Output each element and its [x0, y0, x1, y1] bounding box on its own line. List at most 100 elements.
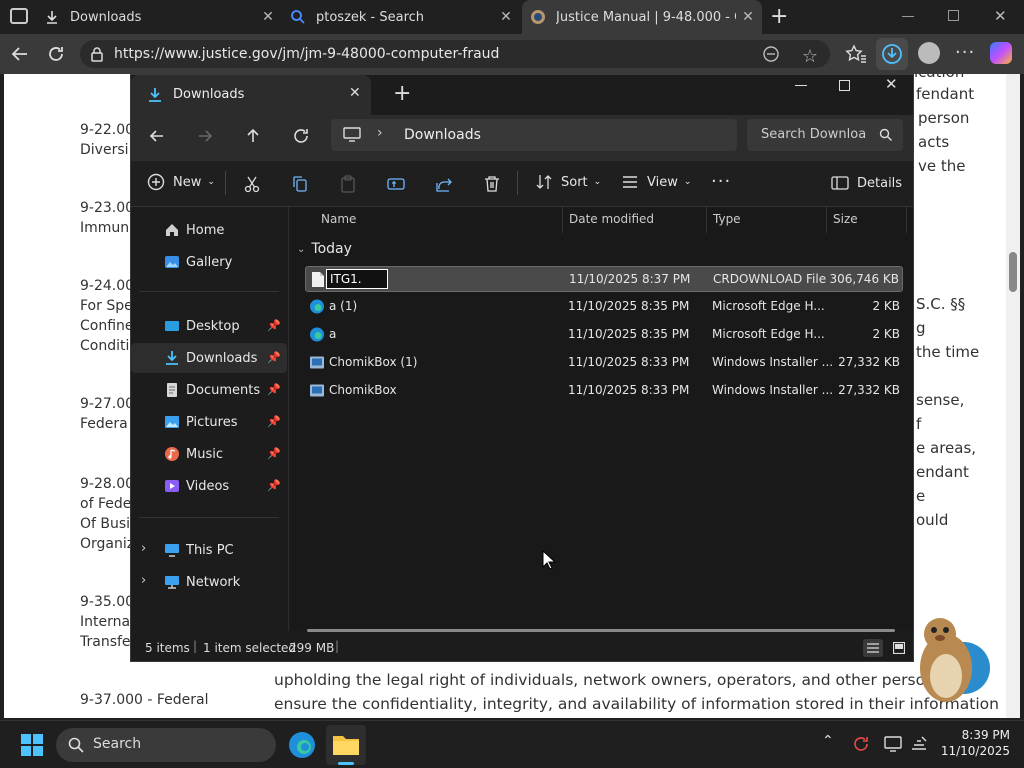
forward-icon[interactable] — [196, 127, 214, 145]
paste-icon[interactable] — [339, 175, 357, 193]
toc-entry[interactable]: 9-24.00 For Spe Confine Conditi — [80, 276, 134, 356]
close-tab-icon[interactable]: ✕ — [740, 9, 756, 25]
back-icon[interactable] — [10, 44, 30, 64]
toc-entry[interactable]: 9-28.00 of Fede Of Busi Organiz — [80, 474, 134, 554]
breadcrumb[interactable]: › Downloads — [331, 119, 737, 151]
see-more-icon[interactable]: ··· — [711, 171, 731, 192]
expand-chevron-icon[interactable]: › — [141, 541, 146, 556]
display-icon[interactable] — [884, 735, 902, 753]
restore-icon[interactable] — [948, 10, 959, 21]
windows-start-icon[interactable] — [20, 733, 44, 757]
nav-gallery[interactable]: Gallery — [131, 247, 287, 277]
page-scrollbar[interactable] — [1006, 74, 1020, 718]
close-tab-icon[interactable]: ✕ — [349, 85, 361, 101]
tab-actions-icon[interactable] — [10, 8, 28, 24]
profile-avatar[interactable] — [918, 42, 940, 64]
search-input[interactable]: Search Downloa — [747, 119, 903, 151]
nav-videos[interactable]: Videos 📌 — [131, 471, 287, 501]
taskbar-edge[interactable] — [286, 729, 318, 761]
nav-downloads[interactable]: Downloads 📌 — [131, 343, 287, 373]
reader-icon[interactable] — [762, 45, 780, 63]
expand-chevron-icon[interactable]: › — [141, 573, 146, 588]
column-divider[interactable] — [826, 207, 827, 233]
copy-icon[interactable] — [291, 175, 309, 193]
file-row[interactable]: ChomikBox (1) 11/10/2025 8:33 PM Windows… — [305, 350, 903, 376]
up-icon[interactable] — [244, 127, 262, 145]
explorer-tab[interactable]: Downloads ✕ — [131, 75, 371, 115]
installer-icon — [310, 356, 324, 369]
rename-input[interactable]: ITG1. — [326, 269, 388, 289]
tab-justice-manual[interactable]: Justice Manual | 9-48.000 - Comp ✕ — [522, 0, 762, 34]
horizontal-scrollbar[interactable] — [307, 629, 895, 632]
column-header-type[interactable]: Type — [713, 212, 741, 226]
network-status-icon[interactable] — [910, 735, 928, 753]
file-row[interactable]: a (1) 11/10/2025 8:35 PM Microsoft Edge … — [305, 294, 903, 320]
back-icon[interactable] — [148, 127, 166, 145]
address-bar[interactable]: https://www.justice.gov/jm/jm-9-48000-co… — [80, 40, 830, 68]
column-header-size[interactable]: Size — [833, 212, 858, 226]
group-header-today[interactable]: ⌄ Today — [297, 241, 352, 257]
new-tab-icon[interactable]: + — [393, 81, 411, 106]
toc-entry[interactable]: 9-22.00 Diversi — [80, 120, 134, 160]
refresh-icon[interactable] — [292, 127, 310, 145]
minimize-icon[interactable] — [795, 85, 807, 86]
system-clock[interactable]: 8:39 PM 11/10/2025 — [938, 727, 1010, 759]
show-hidden-icons-icon[interactable]: ⌃ — [822, 733, 834, 749]
close-tab-icon[interactable]: ✕ — [498, 9, 514, 25]
hamster-mascot[interactable] — [906, 608, 990, 708]
nav-home[interactable]: Home — [131, 215, 287, 245]
minimize-icon[interactable] — [902, 16, 914, 17]
toc-entry[interactable]: 9-37.000 - Federal — [80, 690, 209, 710]
taskbar-file-explorer[interactable] — [326, 725, 366, 765]
downloads-toolbar-button[interactable] — [876, 38, 908, 70]
nav-desktop[interactable]: Desktop 📌 — [131, 311, 287, 341]
favorites-icon[interactable] — [845, 44, 867, 64]
file-row[interactable]: ChomikBox 11/10/2025 8:33 PM Windows Ins… — [305, 378, 903, 404]
file-row[interactable]: ITG1. 11/10/2025 8:37 PM CRDOWNLOAD File… — [305, 266, 903, 292]
close-window-icon[interactable]: ✕ — [994, 7, 1007, 25]
nav-documents[interactable]: Documents 📌 — [131, 375, 287, 405]
nav-pictures[interactable]: Pictures 📌 — [131, 407, 287, 437]
tab-downloads[interactable]: Downloads ✕ — [44, 0, 282, 34]
toc-entry[interactable]: 9-23.00 Immuni — [80, 198, 134, 238]
column-header-date[interactable]: Date modified — [569, 212, 654, 226]
close-tab-icon[interactable]: ✕ — [260, 9, 276, 25]
tiles-view-button[interactable] — [889, 639, 909, 657]
tab-search[interactable]: ptoszek - Search ✕ — [290, 0, 520, 34]
share-icon[interactable] — [435, 175, 453, 193]
body-text-fragment: endant — [916, 463, 969, 481]
more-options-icon[interactable]: ··· — [955, 42, 975, 63]
delete-icon[interactable] — [483, 175, 501, 193]
column-divider[interactable] — [562, 207, 563, 233]
column-header-name[interactable]: Name — [321, 212, 356, 226]
details-view-button[interactable] — [863, 639, 883, 657]
view-button[interactable]: View ⌄ — [621, 173, 691, 191]
gallery-icon — [165, 256, 179, 268]
scrollbar-thumb[interactable] — [1009, 252, 1017, 292]
folder-icon — [333, 736, 359, 755]
sync-icon[interactable] — [852, 735, 870, 753]
body-text-fragment: the time — [916, 343, 980, 361]
maximize-icon[interactable] — [839, 80, 850, 91]
breadcrumb-downloads[interactable]: Downloads — [404, 127, 481, 143]
copilot-icon[interactable] — [990, 42, 1012, 64]
chevron-right-icon[interactable]: › — [377, 125, 383, 141]
favorite-star-icon[interactable]: ☆ — [802, 43, 818, 71]
new-tab-icon[interactable]: + — [770, 4, 788, 29]
toc-entry[interactable]: 9-27.00 Federa — [80, 394, 134, 434]
column-divider[interactable] — [706, 207, 707, 233]
toc-entry[interactable]: 9-35.00 Interna Transfe — [80, 592, 134, 652]
new-button[interactable]: New ⌄ — [147, 173, 215, 191]
rename-icon[interactable] — [387, 175, 405, 193]
collapse-chevron-icon[interactable]: ⌄ — [297, 244, 305, 255]
refresh-icon[interactable] — [46, 44, 66, 64]
cut-icon[interactable] — [243, 175, 261, 193]
close-window-icon[interactable]: ✕ — [885, 75, 898, 93]
taskbar-search[interactable]: Search — [56, 728, 276, 762]
nav-network[interactable]: › Network — [131, 567, 287, 597]
nav-this-pc[interactable]: › This PC — [131, 535, 287, 565]
sort-button[interactable]: Sort ⌄ — [535, 173, 601, 191]
file-row[interactable]: a 11/10/2025 8:35 PM Microsoft Edge H...… — [305, 322, 903, 348]
nav-music[interactable]: Music 📌 — [131, 439, 287, 469]
details-button[interactable]: Details — [831, 175, 902, 191]
